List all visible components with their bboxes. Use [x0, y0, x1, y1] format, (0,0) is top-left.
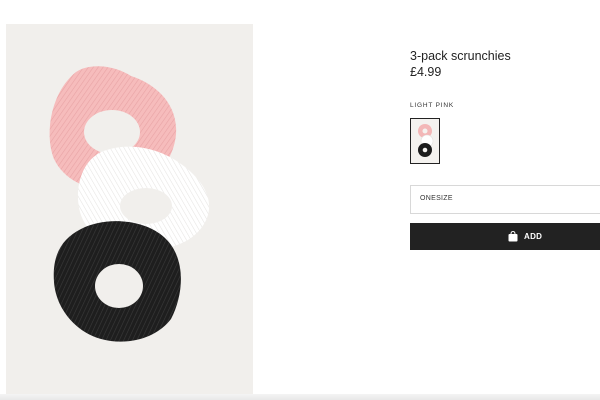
scrunchies-thumbnail-icon [418, 124, 434, 157]
product-title: 3-pack scrunchies [410, 49, 511, 63]
add-button-label: ADD [524, 232, 543, 241]
scrunchies-illustration [49, 66, 210, 342]
black-scrunchie [53, 221, 181, 342]
bottom-divider [0, 394, 600, 400]
color-label: LIGHT PINK [410, 102, 455, 109]
color-swatch-light-pink[interactable] [410, 118, 440, 164]
product-page: 3-pack scrunchies £4.99 LIGHT PINK ONESI… [0, 0, 600, 400]
shopping-bag-icon [508, 231, 518, 242]
size-selected-value: ONESIZE [420, 195, 453, 202]
product-image[interactable] [6, 24, 253, 396]
product-details: 3-pack scrunchies £4.99 [410, 48, 600, 80]
add-to-bag-button[interactable]: ADD [410, 223, 600, 250]
product-price: £4.99 [410, 65, 442, 79]
size-selector[interactable]: ONESIZE [410, 185, 600, 214]
